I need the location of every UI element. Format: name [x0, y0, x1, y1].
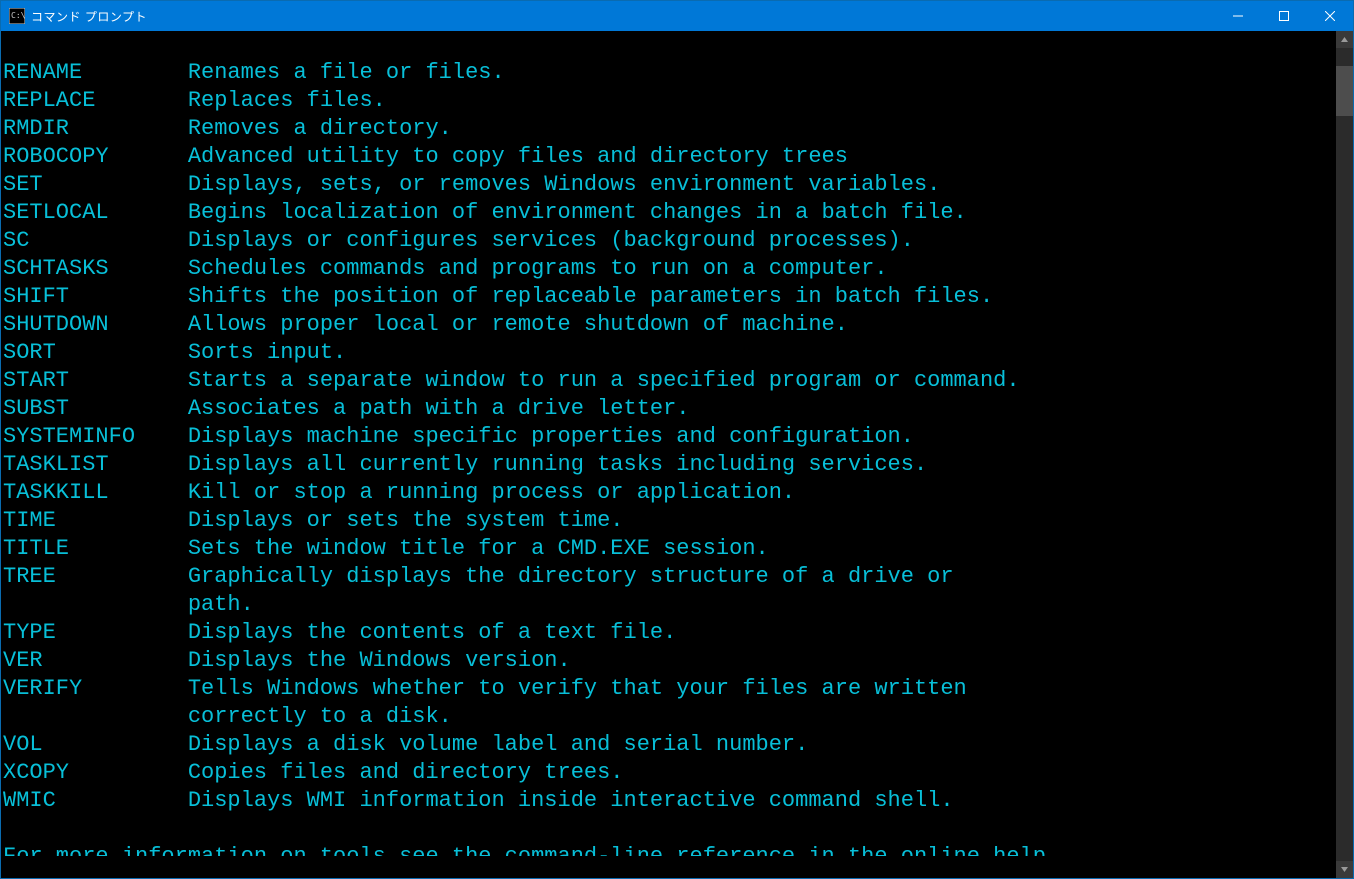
window-frame: C:\ コマンド プロンプト RENAME Renames a file or … [0, 0, 1354, 879]
scroll-thumb[interactable] [1336, 66, 1353, 116]
terminal-output[interactable]: RENAME Renames a file or files. REPLACE … [1, 53, 1336, 856]
vertical-scrollbar[interactable] [1336, 31, 1353, 878]
maximize-button[interactable] [1261, 1, 1307, 31]
scroll-down-button[interactable] [1336, 861, 1353, 878]
minimize-button[interactable] [1215, 1, 1261, 31]
client-area: RENAME Renames a file or files. REPLACE … [1, 31, 1353, 878]
svg-text:C:\: C:\ [11, 11, 25, 20]
cmd-icon: C:\ [9, 8, 25, 24]
title-bar[interactable]: C:\ コマンド プロンプト [1, 1, 1353, 31]
window-title: コマンド プロンプト [31, 7, 147, 25]
close-button[interactable] [1307, 1, 1353, 31]
scroll-up-button[interactable] [1336, 31, 1353, 48]
